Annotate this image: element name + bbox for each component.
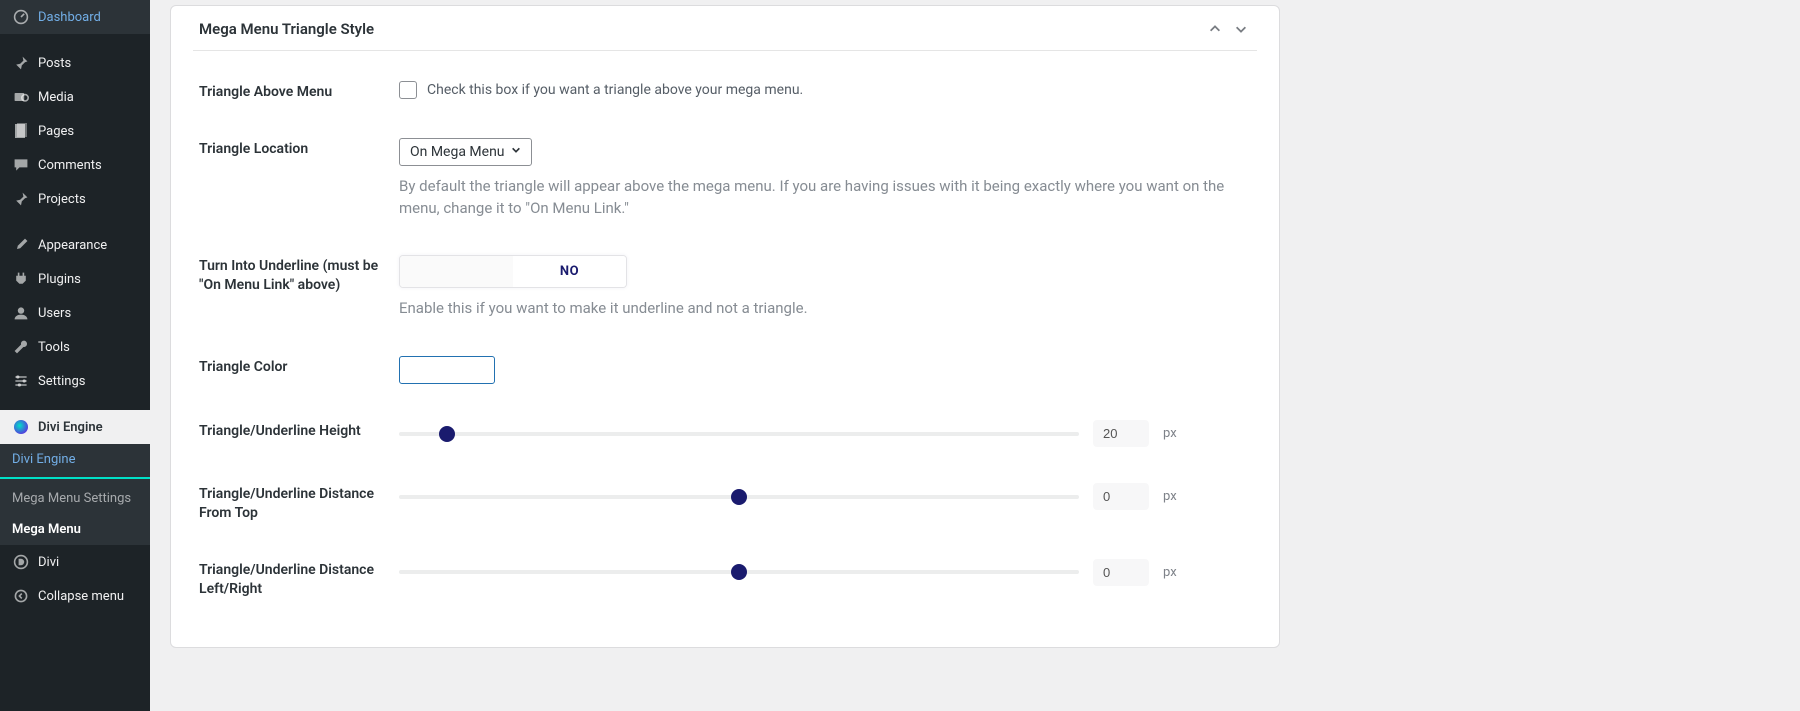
label-height: Triangle/Underline Height	[199, 420, 399, 441]
sidebar-item-label: Plugins	[38, 272, 81, 287]
sidebar-item-label: Projects	[38, 192, 86, 207]
brush-icon	[12, 236, 30, 254]
sidebar-item-label: Divi Engine	[38, 420, 103, 435]
panel-toggle-arrows	[1205, 22, 1251, 36]
panel-title: Mega Menu Triangle Style	[199, 20, 374, 38]
sidebar-item-pages[interactable]: Pages	[0, 114, 150, 148]
slider-thumb[interactable]	[731, 489, 747, 505]
input-dist-top-value[interactable]	[1093, 483, 1149, 510]
panel-collapse-down-icon[interactable]	[1231, 22, 1251, 36]
sidebar-item-comments[interactable]: Comments	[0, 148, 150, 182]
dashboard-icon	[12, 8, 30, 26]
sidebar-item-label: Posts	[38, 56, 71, 71]
panel-header: Mega Menu Triangle Style	[193, 6, 1257, 51]
sidebar-item-projects[interactable]: Projects	[0, 182, 150, 216]
sidebar-item-users[interactable]: Users	[0, 296, 150, 330]
sidebar-item-dashboard[interactable]: Dashboard	[0, 0, 150, 34]
helper-turn-underline: Enable this if you want to make it under…	[399, 298, 1239, 320]
sidebar-item-label: Settings	[38, 374, 85, 389]
label-dist-top: Triangle/Underline Distance From Top	[199, 483, 399, 523]
unit-height: px	[1163, 426, 1183, 441]
color-picker-triangle[interactable]	[399, 356, 495, 384]
select-value: On Mega Menu	[410, 144, 505, 160]
wrench-icon	[12, 338, 30, 356]
content-area: Mega Menu Triangle Style Triangle Above …	[150, 0, 1800, 711]
toggle-yes[interactable]: YES	[400, 256, 513, 287]
submenu-item-mega-settings[interactable]: Mega Menu Settings	[0, 483, 150, 514]
sidebar-item-plugins[interactable]: Plugins	[0, 262, 150, 296]
input-dist-lr-value[interactable]	[1093, 559, 1149, 586]
user-icon	[12, 304, 30, 322]
slider-height[interactable]	[399, 425, 1079, 443]
plugin-icon	[12, 270, 30, 288]
sidebar-item-media[interactable]: Media	[0, 80, 150, 114]
divi-icon	[12, 553, 30, 571]
checkbox-label-triangle-above: Check this box if you want a triangle ab…	[427, 82, 803, 98]
submenu-title[interactable]: Divi Engine	[0, 444, 150, 479]
sidebar-item-label: Pages	[38, 124, 74, 139]
settings-panel: Mega Menu Triangle Style Triangle Above …	[170, 5, 1280, 648]
slider-track	[399, 432, 1079, 436]
label-triangle-above: Triangle Above Menu	[199, 81, 399, 102]
sidebar-item-label: Dashboard	[38, 10, 101, 25]
media-icon	[12, 88, 30, 106]
sidebar-item-label: Users	[38, 306, 71, 321]
sliders-icon	[12, 372, 30, 390]
input-height-value[interactable]	[1093, 420, 1149, 447]
sidebar-item-collapse[interactable]: Collapse menu	[0, 579, 150, 613]
sidebar-item-label: Divi	[38, 555, 59, 570]
slider-dist-top[interactable]	[399, 488, 1079, 506]
sidebar-item-divi-engine[interactable]: Divi Engine	[0, 410, 150, 444]
pin-icon	[12, 190, 30, 208]
slider-thumb[interactable]	[439, 426, 455, 442]
unit-dist-lr: px	[1163, 565, 1183, 580]
sidebar-item-label: Comments	[38, 158, 102, 173]
divi-engine-icon	[12, 418, 30, 436]
comment-icon	[12, 156, 30, 174]
sidebar-item-tools[interactable]: Tools	[0, 330, 150, 364]
chevron-down-icon	[511, 145, 521, 158]
panel-collapse-up-icon[interactable]	[1205, 22, 1225, 36]
sidebar-item-posts[interactable]: Posts	[0, 46, 150, 80]
toggle-no[interactable]: NO	[513, 256, 626, 287]
sidebar-item-label: Tools	[38, 340, 70, 355]
sidebar-item-divi[interactable]: Divi	[0, 545, 150, 579]
unit-dist-top: px	[1163, 489, 1183, 504]
slider-dist-lr[interactable]	[399, 563, 1079, 581]
label-dist-lr: Triangle/Underline Distance Left/Right	[199, 559, 399, 599]
sidebar-submenu: Divi Engine Mega Menu Settings Mega Menu	[0, 444, 150, 545]
helper-triangle-location: By default the triangle will appear abov…	[399, 176, 1239, 220]
sidebar-item-label: Collapse menu	[38, 589, 124, 604]
checkbox-triangle-above[interactable]	[399, 81, 417, 99]
sidebar-item-label: Appearance	[38, 238, 107, 253]
sidebar-item-settings[interactable]: Settings	[0, 364, 150, 398]
select-triangle-location[interactable]: On Mega Menu	[399, 138, 532, 166]
label-turn-underline: Turn Into Underline (must be "On Menu Li…	[199, 255, 399, 295]
sidebar-item-label: Media	[38, 90, 74, 105]
toggle-turn-underline[interactable]: YES NO	[399, 255, 627, 288]
page-icon	[12, 122, 30, 140]
label-triangle-location: Triangle Location	[199, 138, 399, 159]
label-triangle-color: Triangle Color	[199, 356, 399, 377]
sidebar-item-appearance[interactable]: Appearance	[0, 228, 150, 262]
collapse-icon	[12, 587, 30, 605]
slider-thumb[interactable]	[731, 564, 747, 580]
admin-sidebar: Dashboard Posts Media Pages Comments Pro…	[0, 0, 150, 711]
pin-icon	[12, 54, 30, 72]
submenu-item-mega-menu[interactable]: Mega Menu	[0, 514, 150, 545]
